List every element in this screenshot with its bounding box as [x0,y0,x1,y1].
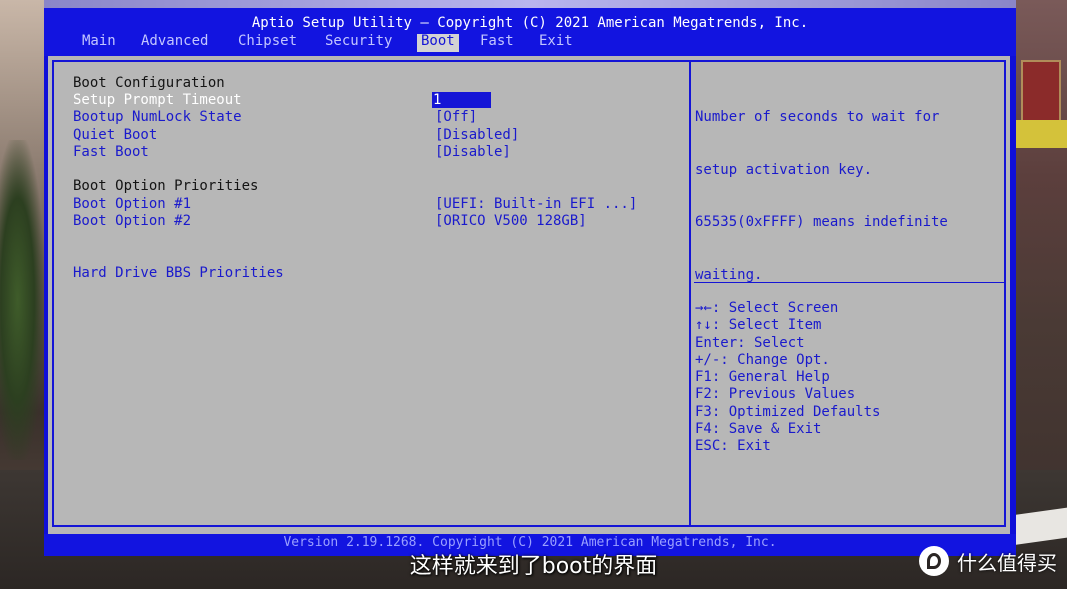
help-description: Number of seconds to wait for setup acti… [695,74,1005,319]
help-line: Number of seconds to wait for [695,109,940,125]
video-frame: Aptio Setup Utility – Copyright (C) 2021… [0,0,1067,589]
setting-quiet-boot[interactable]: Quiet Boot [73,127,157,144]
bios-title: Aptio Setup Utility – Copyright (C) 2021… [44,8,1016,34]
setting-bootup-numlock-state[interactable]: Bootup NumLock State [73,109,242,126]
setting-hard-drive-bbs-priorities[interactable]: Hard Drive BBS Priorities [73,265,284,282]
section-boot-configuration: Boot Configuration [73,75,225,91]
help-line: setup activation key. [695,161,873,178]
tab-security[interactable]: Security [321,34,396,52]
tab-main[interactable]: Main [78,34,120,52]
quiet-boot-value[interactable]: [Disabled] [435,127,519,144]
tab-advanced[interactable]: Advanced [137,34,212,52]
monitor-top-edge [44,0,1016,8]
setting-boot-option-1[interactable]: Boot Option #1 [73,196,191,213]
tab-exit[interactable]: Exit [535,34,577,52]
help-line: waiting. [695,266,763,283]
watermark: 什么值得买 [919,544,1057,578]
boot-option-2-value[interactable]: [ORICO V500 128GB] [435,213,587,230]
column-divider [689,60,691,527]
key-esc-exit: ESC: Exit [695,438,771,455]
bootup-numlock-state-value[interactable]: [Off] [435,109,477,126]
tab-fast[interactable]: Fast [476,34,518,52]
setting-setup-prompt-timeout[interactable]: Setup Prompt Timeout [73,92,242,109]
setting-fast-boot[interactable]: Fast Boot [73,144,149,161]
background-plant [0,140,44,460]
key-enter-select: Enter: Select [695,334,805,351]
fast-boot-value[interactable]: [Disable] [435,144,511,161]
watermark-text: 什么值得买 [957,550,1057,575]
help-line: 65535(0xFFFF) means indefinite [695,214,948,230]
key-select-item: ↑↓: Select Item [695,317,822,334]
setup-prompt-timeout-value[interactable]: 1 [432,92,491,108]
video-subtitle: 这样就来到了boot的界面 [409,554,658,579]
tab-boot[interactable]: Boot [417,34,459,52]
key-change-opt: +/-: Change Opt. [695,351,830,368]
key-legend: →←: Select Screen ↑↓: Select Item Enter:… [695,300,1005,456]
key-select-screen: →←: Select Screen [695,300,839,316]
key-previous-values: F2: Previous Values [695,386,856,403]
bios-menu-bar: Main Advanced Chipset Security Boot Fast… [44,34,1016,56]
section-boot-option-priorities: Boot Option Priorities [73,178,259,194]
bios-screen: Aptio Setup Utility – Copyright (C) 2021… [44,8,1016,556]
key-general-help: F1: General Help [695,369,830,386]
tab-chipset[interactable]: Chipset [234,34,301,52]
bios-main-panel: Boot Configuration Setup Prompt Timeout … [48,56,1010,534]
key-save-exit: F4: Save & Exit [695,421,822,438]
zhi-logo-icon [919,546,949,576]
setting-boot-option-2[interactable]: Boot Option #2 [73,213,191,230]
background-picture-frame [1021,60,1061,124]
background-shelf [1015,120,1067,148]
boot-option-1-value[interactable]: [UEFI: Built-in EFI ...] [435,196,637,213]
key-optimized-defaults: F3: Optimized Defaults [695,403,881,420]
